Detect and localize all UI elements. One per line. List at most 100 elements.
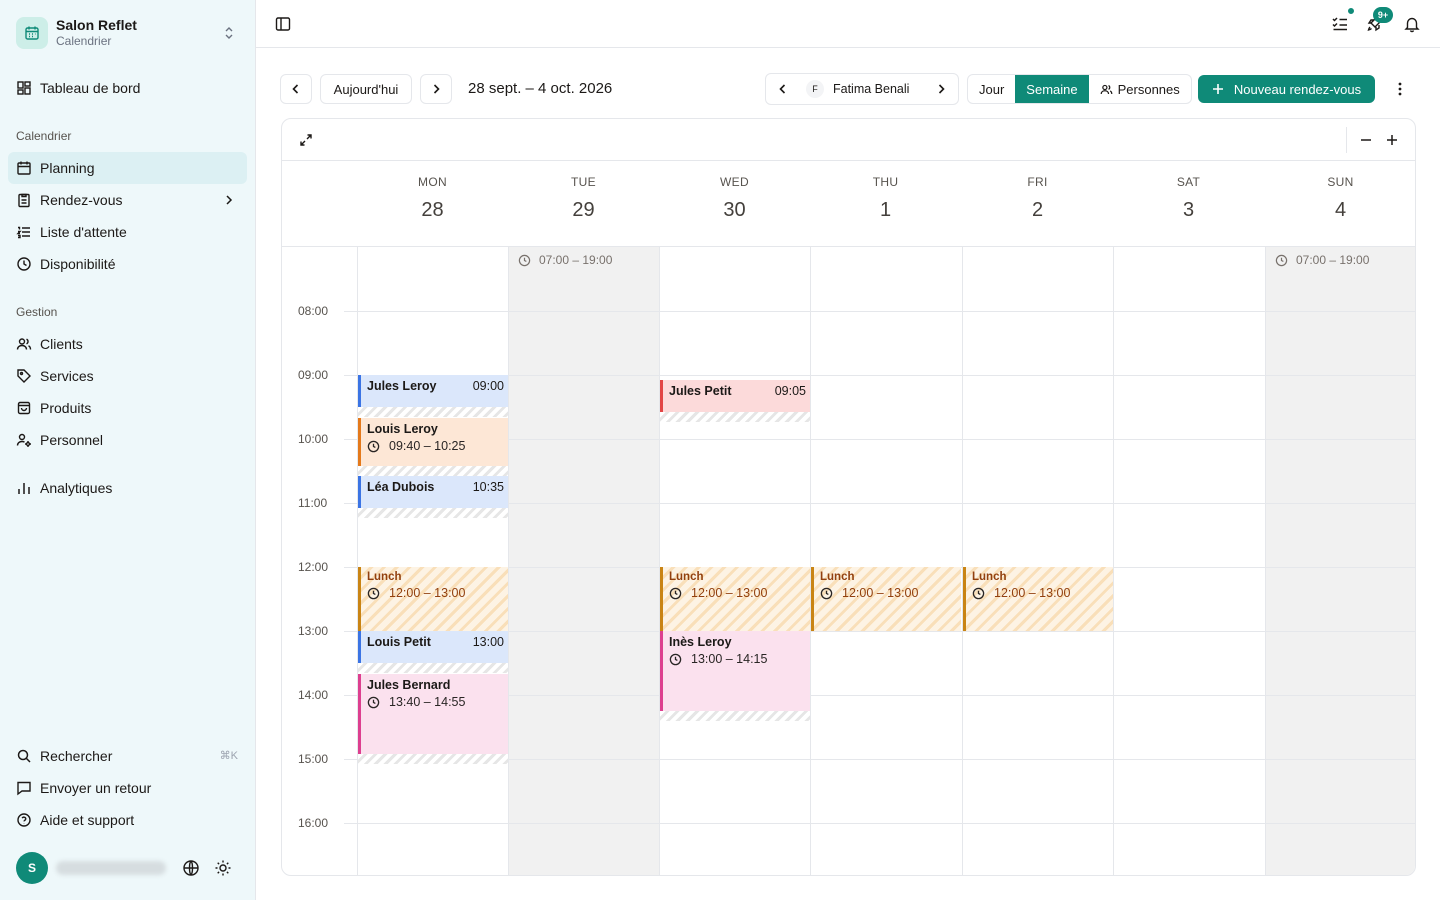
day-header-fri[interactable]: FRI 2	[962, 161, 1113, 246]
prev-week-button[interactable]	[280, 74, 312, 104]
day-header-sun[interactable]: SUN 4	[1265, 161, 1415, 246]
time-grid[interactable]: 08:00 09:00 10:00 11:00 12:00 13:00 14:0…	[282, 246, 1415, 875]
sidebar-item-staff[interactable]: Personnel	[8, 424, 247, 456]
day-header-tue[interactable]: TUE 29	[508, 161, 659, 246]
hour-label: 10:00	[298, 432, 329, 446]
sidebar-item-waitlist[interactable]: Liste d'attente	[8, 216, 247, 248]
sidebar-toggle-icon[interactable]	[274, 15, 292, 33]
org-subtitle: Calendrier	[56, 34, 112, 48]
chevron-right-icon	[429, 82, 443, 96]
avatar[interactable]: S	[16, 852, 48, 884]
lunch-time-range: 12:00 – 13:00	[669, 586, 806, 600]
view-week-tab[interactable]: Semaine	[1015, 75, 1089, 103]
sidebar-item-services[interactable]: Services	[8, 360, 247, 392]
lunch-label: Lunch	[972, 571, 1007, 583]
event-card[interactable]: Léa Dubois 10:35	[358, 476, 508, 508]
list-ordered-icon	[16, 224, 32, 240]
closed-hours-label: 07:00 – 19:00	[518, 253, 612, 267]
event-buffer	[358, 508, 508, 518]
bell-icon[interactable]	[1403, 15, 1421, 33]
view-day-tab[interactable]: Jour	[968, 75, 1015, 103]
user-name-redacted	[56, 861, 166, 875]
lunch-block[interactable]: Lunch 12:00 – 13:00	[660, 567, 810, 631]
view-people-tab[interactable]: Personnes	[1089, 75, 1191, 103]
staff-switcher[interactable]: F Fatima Benali	[765, 73, 959, 105]
task-indicator-dot	[1346, 6, 1356, 16]
new-appointment-label: Nouveau rendez-vous	[1233, 81, 1362, 97]
event-time-range: 13:00 – 14:15	[669, 652, 806, 666]
sidebar-item-label: Produits	[40, 400, 92, 416]
sidebar-item-planning[interactable]: Planning	[8, 152, 247, 184]
hour-label: 09:00	[298, 368, 329, 382]
event-time: 09:05	[774, 384, 806, 398]
hour-line	[344, 823, 1415, 824]
zoom-divider	[1346, 127, 1347, 153]
next-week-button[interactable]	[420, 74, 452, 104]
day-header-mon[interactable]: MON 28	[357, 161, 508, 246]
day-divider	[659, 247, 660, 875]
event-card[interactable]: Louis Leroy 09:40 – 10:25	[358, 418, 508, 466]
chevron-left-icon	[289, 82, 303, 96]
lunch-block[interactable]: Lunch 12:00 – 13:00	[963, 567, 1113, 631]
day-header-wed[interactable]: WED 30	[659, 161, 810, 246]
event-card[interactable]: Inès Leroy 13:00 – 14:15	[660, 631, 810, 711]
task-list-icon[interactable]	[1331, 15, 1349, 33]
event-client: Jules Leroy	[367, 379, 437, 393]
clock-icon	[972, 587, 985, 599]
closed-day-sun	[1266, 247, 1415, 875]
globe-icon[interactable]	[182, 859, 200, 877]
sidebar-item-dashboard[interactable]: Tableau de bord	[8, 72, 247, 104]
event-time-range: 13:40 – 14:55	[367, 695, 504, 709]
more-vertical-icon[interactable]	[1392, 81, 1408, 97]
org-switcher[interactable]: Salon Reflet Calendrier	[16, 15, 246, 51]
section-label-calendar: Calendrier	[16, 129, 72, 143]
new-appointment-button[interactable]: Nouveau rendez-vous	[1198, 75, 1375, 103]
sidebar-item-help[interactable]: Aide et support	[8, 804, 247, 836]
sidebar-item-appointments[interactable]: Rendez-vous	[8, 184, 247, 216]
sidebar-item-label: Tableau de bord	[40, 80, 141, 96]
event-time: 09:00	[472, 379, 504, 393]
hour-label: 08:00	[298, 304, 329, 318]
sidebar-item-label: Services	[40, 368, 94, 384]
sun-icon[interactable]	[214, 859, 232, 877]
chevron-right-icon[interactable]	[934, 82, 948, 96]
sidebar-item-label: Planning	[40, 160, 95, 176]
event-card[interactable]: Jules Petit 09:05	[660, 380, 810, 412]
sidebar-item-label: Liste d'attente	[40, 224, 127, 240]
chevron-up-down-icon	[222, 26, 240, 40]
sidebar-item-availability[interactable]: Disponibilité	[8, 248, 247, 280]
day-divider	[508, 247, 509, 875]
day-divider	[810, 247, 811, 875]
closed-hours-label: 07:00 – 19:00	[1275, 253, 1369, 267]
search-icon	[16, 748, 32, 764]
users-icon	[16, 336, 32, 352]
sidebar-item-products[interactable]: Produits	[8, 392, 247, 424]
sidebar-item-search[interactable]: Rechercher ⌘K	[8, 740, 247, 772]
zoom-out-icon[interactable]	[1358, 132, 1374, 148]
day-header-thu[interactable]: THU 1	[810, 161, 961, 246]
event-client: Louis Leroy	[367, 422, 438, 436]
today-button[interactable]: Aujourd'hui	[320, 74, 412, 104]
bar-chart-icon	[16, 480, 32, 496]
clock-icon	[16, 256, 32, 272]
lunch-block[interactable]: Lunch 12:00 – 13:00	[358, 567, 508, 631]
message-square-icon	[16, 780, 32, 796]
event-buffer	[358, 663, 508, 673]
topbar: 9+	[256, 0, 1440, 48]
zoom-in-icon[interactable]	[1384, 132, 1400, 148]
chevron-left-icon[interactable]	[776, 82, 790, 96]
event-card[interactable]: Jules Bernard 13:40 – 14:55	[358, 674, 508, 754]
lunch-time-range: 12:00 – 13:00	[367, 586, 504, 600]
lunch-block[interactable]: Lunch 12:00 – 13:00	[811, 567, 961, 631]
user-menu[interactable]: S	[16, 852, 246, 884]
day-header-sat[interactable]: SAT 3	[1113, 161, 1264, 246]
shopping-bag-icon	[16, 400, 32, 416]
event-card[interactable]: Louis Petit 13:00	[358, 631, 508, 663]
sidebar-item-analytics[interactable]: Analytiques	[8, 472, 247, 504]
event-card[interactable]: Jules Leroy 09:00	[358, 375, 508, 407]
expand-icon[interactable]	[298, 132, 314, 148]
event-client: Louis Petit	[367, 635, 431, 649]
sidebar-item-feedback[interactable]: Envoyer un retour	[8, 772, 247, 804]
sidebar-item-clients[interactable]: Clients	[8, 328, 247, 360]
hour-label: 15:00	[298, 752, 329, 766]
